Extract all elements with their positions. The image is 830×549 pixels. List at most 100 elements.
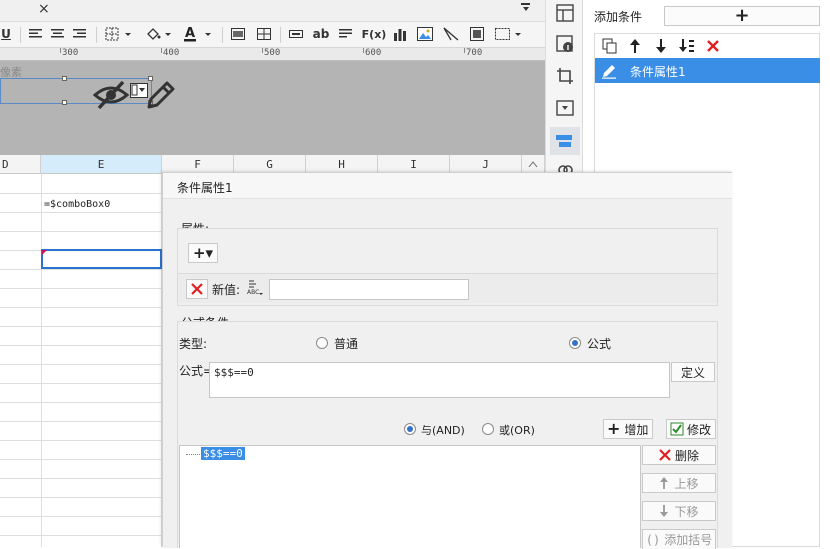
add-condition-row-button[interactable]: + 增加 <box>603 419 653 439</box>
grid-row-line <box>0 421 162 422</box>
grid-row-line <box>0 193 162 194</box>
svg-text:ABC: ABC <box>247 289 259 296</box>
cell-attributes-icon[interactable] <box>555 3 575 23</box>
text-ab-button[interactable]: ab <box>312 24 330 44</box>
ruler-tick: 600 <box>365 48 382 58</box>
column-header[interactable]: D <box>0 155 41 174</box>
paragraph-icon[interactable] <box>338 24 354 44</box>
format-toolbar: U A ab F(x) <box>0 22 545 48</box>
logic-and-radio[interactable] <box>404 423 416 435</box>
bracket-icon: () <box>645 532 661 547</box>
condition-item-label: 条件属性1 <box>630 65 686 79</box>
delete-button-label: 删除 <box>674 448 699 463</box>
chart-icon[interactable] <box>392 24 408 44</box>
subreport-icon[interactable] <box>468 24 486 44</box>
add-attribute-button[interactable]: +▾ <box>188 243 218 263</box>
move-up-button[interactable]: 上移 <box>642 473 716 493</box>
type-formula-radio[interactable] <box>569 337 581 349</box>
type-normal-radio[interactable] <box>316 337 328 349</box>
formula-textarea[interactable]: $$$==0 <box>209 362 670 398</box>
svg-text:A: A <box>185 26 195 41</box>
add-bracket-button-label: 添加括号 <box>664 533 713 547</box>
move-bottom-icon[interactable] <box>678 37 696 55</box>
arrow-up-icon <box>660 477 669 489</box>
type-label: 类型: <box>179 337 208 351</box>
grid-row-line <box>0 478 162 479</box>
condition-tree[interactable]: $$$==0 <box>179 445 641 548</box>
formula-text: $$$==0 <box>214 366 254 379</box>
data-type-icon[interactable]: ABC <box>246 279 264 300</box>
grid-row-line <box>0 345 162 346</box>
logic-or-radio[interactable] <box>482 423 494 435</box>
delete-icon <box>659 449 671 461</box>
font-color-icon[interactable]: A <box>182 24 214 44</box>
condition-tree-item-selected[interactable]: $$$==0 <box>201 447 245 460</box>
move-down-button-label: 下移 <box>674 504 699 519</box>
grid-row-line <box>0 459 162 460</box>
image-icon[interactable] <box>416 24 434 44</box>
add-condition-button[interactable]: + <box>664 6 820 26</box>
cell-info-icon[interactable] <box>555 34 575 54</box>
selected-cell[interactable] <box>41 249 162 269</box>
plus-icon: + <box>607 419 621 438</box>
attribute-row: 新值: ABC <box>178 273 717 303</box>
grid-row-line <box>0 364 162 365</box>
close-tab-icon[interactable]: × <box>38 1 50 17</box>
move-up-icon[interactable] <box>626 37 644 55</box>
grid-row-line <box>0 440 162 441</box>
align-right-icon[interactable] <box>72 24 88 44</box>
merge-cells-icon[interactable] <box>230 24 246 44</box>
dialog-header: 条件属性1 <box>163 173 732 199</box>
condition-property-dialog: 条件属性1 属性: +▾ 新值: ABC 公式条件 类型: 普通 公式 公 <box>162 172 732 549</box>
panel-toggle-icon[interactable] <box>520 2 532 17</box>
grid-row-line <box>0 535 162 536</box>
formula-button[interactable]: F(x) <box>362 24 387 44</box>
define-button[interactable]: 定义 <box>671 362 715 382</box>
widget-settings-icon[interactable] <box>555 98 575 118</box>
crop-frame-icon[interactable] <box>555 66 575 86</box>
logic-and-label: 与(AND) <box>421 424 465 437</box>
fill-color-icon[interactable] <box>144 24 174 44</box>
grid-row-line <box>0 497 162 498</box>
new-value-input[interactable] <box>269 279 469 300</box>
align-center-icon[interactable] <box>50 24 66 44</box>
slash-line-icon[interactable] <box>442 24 460 44</box>
modify-condition-button[interactable]: 修改 <box>666 419 716 439</box>
more-widgets-icon[interactable] <box>494 24 524 44</box>
condition-list-item-selected[interactable]: 条件属性1 <box>595 58 820 83</box>
delete-condition-icon[interactable] <box>704 37 722 55</box>
grid-row-line <box>0 231 162 232</box>
delete-button[interactable]: 删除 <box>642 445 716 465</box>
condition-list-toolbar <box>595 34 821 58</box>
modify-icon <box>670 422 684 436</box>
attribute-group: +▾ 新值: ABC <box>177 228 718 306</box>
move-down-button[interactable]: 下移 <box>642 501 716 521</box>
cell-e2-formula[interactable]: =$comboBox0 <box>44 199 110 210</box>
dialog-title: 条件属性1 <box>177 181 233 195</box>
edit-pencil-icon[interactable] <box>145 79 177 114</box>
add-bracket-button[interactable]: () 添加括号 <box>642 529 716 549</box>
plus-icon: + <box>734 5 750 26</box>
combobox-widget[interactable] <box>0 76 153 105</box>
copy-icon[interactable] <box>601 37 619 55</box>
condition-attributes-icon[interactable] <box>550 127 580 155</box>
underline-button[interactable]: U <box>0 24 12 44</box>
remove-attribute-button[interactable] <box>186 279 208 299</box>
formula-label: 公式= <box>179 364 214 378</box>
grid-row-line <box>0 288 162 289</box>
parameter-canvas[interactable]: 像素 <box>0 61 545 155</box>
type-normal-label: 普通 <box>334 337 359 351</box>
grid-row-line <box>0 402 162 403</box>
column-header-selected[interactable]: E <box>41 155 162 174</box>
move-down-icon[interactable] <box>652 37 670 55</box>
hidden-eye-icon[interactable] <box>92 79 130 114</box>
modify-button-label: 修改 <box>687 422 712 437</box>
grid-row-line <box>0 269 162 270</box>
split-cells-icon[interactable] <box>256 24 272 44</box>
text-field-icon[interactable] <box>288 24 304 44</box>
move-up-button-label: 上移 <box>674 476 699 491</box>
align-left-icon[interactable] <box>28 24 44 44</box>
border-icon[interactable] <box>104 24 134 44</box>
ruler-tick: 300 <box>62 48 79 58</box>
ruler-tick: 500 <box>264 48 281 58</box>
